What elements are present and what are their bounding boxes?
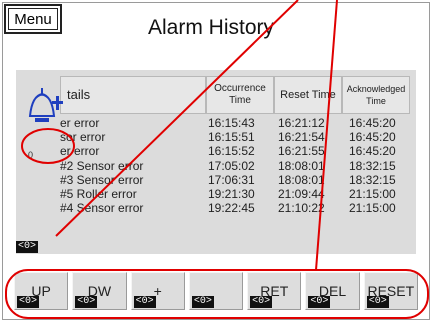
button-badge: <0> [366, 296, 389, 308]
button-badge: <0> [133, 296, 156, 308]
cell-reset: 16:21:55 [278, 144, 325, 159]
header-reset-time: Reset Time [274, 76, 342, 114]
ret-button[interactable]: RET <0> [247, 272, 302, 310]
up-button[interactable]: UP <0> [14, 272, 69, 310]
down-button[interactable]: DW <0> [72, 272, 127, 310]
cell-occurrence: 16:15:43 [208, 116, 255, 130]
table-row[interactable]: #5 Roller error 19:21:30 21:09:44 21:15:… [60, 187, 410, 201]
reset-button[interactable]: RESET <0> [363, 272, 418, 310]
cell-reset: 16:21:54 [278, 130, 325, 145]
button-badge: <0> [17, 296, 40, 308]
cell-acknowledged: 18:32:15 [349, 172, 396, 187]
cell-reset: 21:09:44 [278, 186, 325, 201]
cell-acknowledged: 21:15:00 [349, 186, 396, 201]
cell-details: #4 Sensor error [60, 201, 144, 216]
cell-reset: 18:08:01 [278, 172, 325, 187]
table-row[interactable]: #4 Sensor error 19:22:45 21:10:22 21:15:… [60, 201, 410, 215]
cell-details: #3 Sensor error [60, 172, 144, 187]
table-row[interactable]: er error 16:15:43 16:21:12 16:45:20 [60, 116, 410, 130]
cell-reset: 18:08:01 [278, 158, 325, 173]
header-details: tails [60, 76, 206, 114]
cell-details: er error [60, 144, 100, 159]
cell-details: #2 Sensor error [60, 158, 144, 173]
button-badge: <0> [250, 296, 273, 308]
cell-details: sor error [60, 130, 106, 145]
cell-reset: 16:21:12 [278, 116, 325, 130]
header-acknowledged-time: Acknowledged Time [342, 76, 410, 114]
alarm-list[interactable]: er error 16:15:43 16:21:12 16:45:20 sor … [60, 116, 410, 215]
cell-acknowledged: 16:45:20 [349, 130, 396, 145]
menu-button[interactable]: Menu [4, 4, 62, 34]
cell-acknowledged: 21:15:00 [349, 201, 396, 216]
header-occurrence-time: Occurrence Time [206, 76, 274, 114]
cell-details: #5 Roller error [60, 186, 137, 201]
alarm-bell-icon [28, 88, 63, 122]
blank-button[interactable]: <0> [188, 272, 244, 310]
cell-acknowledged: 16:45:20 [349, 116, 396, 130]
cell-occurrence: 19:22:45 [208, 201, 255, 216]
table-row[interactable]: er error 16:15:52 16:21:55 16:45:20 [60, 144, 410, 158]
cell-occurrence: 16:15:52 [208, 144, 255, 159]
value-badge: <0> [16, 241, 39, 253]
cell-acknowledged: 18:32:15 [349, 158, 396, 173]
cell-occurrence: 16:15:51 [208, 130, 255, 145]
cell-occurrence: 19:21:30 [208, 186, 255, 201]
button-badge: <0> [308, 296, 331, 308]
table-row[interactable]: #2 Sensor error 17:05:02 18:08:01 18:32:… [60, 159, 410, 173]
cell-reset: 21:10:22 [278, 201, 325, 216]
plus-button[interactable]: + <0> [130, 272, 185, 310]
cell-occurrence: 17:06:31 [208, 172, 255, 187]
icon-value-label: 0 [28, 150, 34, 160]
table-row[interactable]: #3 Sensor error 17:06:31 18:08:01 18:32:… [60, 173, 410, 187]
del-button[interactable]: DEL <0> [305, 272, 360, 310]
cell-occurrence: 17:05:02 [208, 158, 255, 173]
screen-title: Alarm History [148, 16, 275, 39]
function-button-bar: UP <0> DW <0> + <0> <0> RET <0> DEL <0> … [14, 272, 418, 312]
table-row[interactable]: sor error 16:15:51 16:21:54 16:45:20 [60, 130, 410, 144]
alarm-status-icon[interactable] [26, 86, 72, 126]
button-badge: <0> [75, 296, 98, 308]
cell-acknowledged: 16:45:20 [349, 144, 396, 159]
button-badge: <0> [191, 296, 214, 308]
